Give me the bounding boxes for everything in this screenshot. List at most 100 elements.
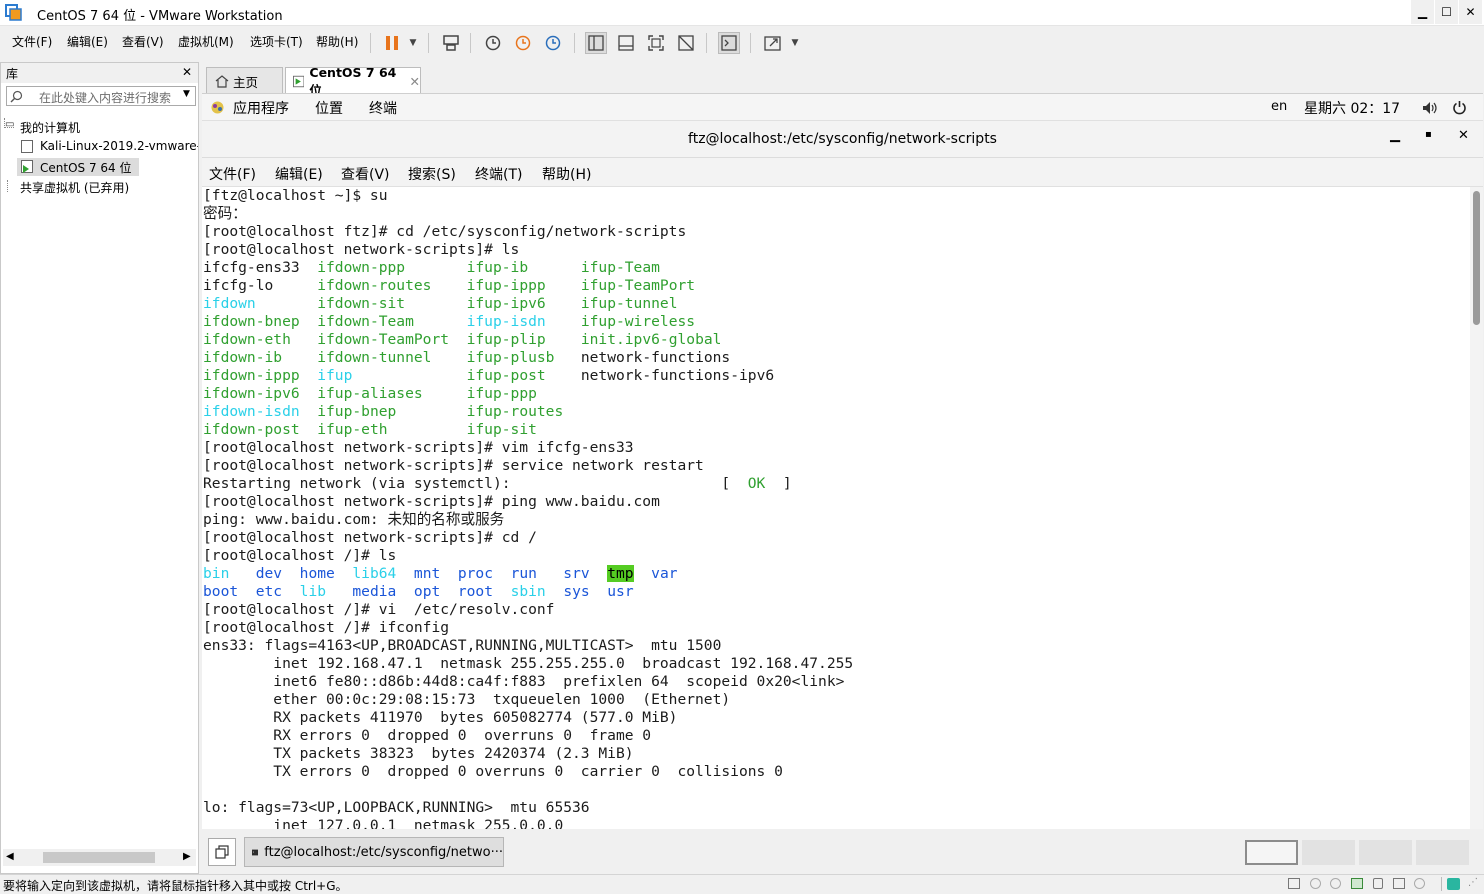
pause-dropdown-icon[interactable]: ▼ (402, 32, 424, 54)
tree-item-kali[interactable]: Kali-Linux-2019.2-vmware-a (40, 139, 198, 153)
snapshot-icon[interactable] (482, 32, 504, 54)
send-ctrl-alt-del-icon[interactable] (440, 32, 462, 54)
terminal-text: ifdown-ppp (317, 259, 467, 276)
pause-icon[interactable] (381, 32, 403, 54)
show-library-icon[interactable] (585, 32, 607, 54)
toolbar-separator (750, 33, 751, 53)
cd-dvd-icon[interactable] (1310, 878, 1321, 889)
full-screen-icon[interactable] (645, 32, 667, 54)
tab-close-icon[interactable]: ✕ (410, 74, 420, 89)
terminal-text: [root@localhost network-scripts]# servic… (203, 457, 704, 474)
workspace-4[interactable] (1416, 840, 1469, 865)
gnome-applications-menu[interactable]: 应用程序 (233, 98, 289, 118)
scrollbar-thumb[interactable] (1473, 191, 1480, 325)
terminal-line: TX errors 0 dropped 0 overruns 0 carrier… (203, 763, 1470, 781)
terminal-menu-terminal[interactable]: 终端(T) (475, 164, 522, 184)
terminal-text: TX packets 38323 bytes 2420374 (2.3 MiB) (203, 745, 634, 762)
volume-icon[interactable] (1422, 101, 1437, 115)
terminal-menu-edit[interactable]: 编辑(E) (275, 164, 323, 184)
workspace-2[interactable] (1302, 840, 1355, 865)
terminal-text: ifup-eth (317, 421, 467, 438)
snapshot-manager-icon[interactable] (542, 32, 564, 54)
tab-centos[interactable]: CentOS 7 64 位 ✕ (285, 65, 421, 98)
terminal-menu-file[interactable]: 文件(F) (209, 164, 256, 184)
library-search-input[interactable]: 在此处键入内容进行搜索 ▼ (6, 86, 196, 106)
terminal-line: inet 192.168.47.1 netmask 255.255.255.0 … (203, 655, 1470, 673)
console-view-icon[interactable] (718, 32, 740, 54)
stretch-guest-icon[interactable] (762, 32, 784, 54)
menu-file[interactable]: 文件(F) (12, 33, 52, 50)
cd-dvd-2-icon[interactable] (1330, 878, 1341, 889)
terminal-close-icon[interactable]: ✕ (1458, 128, 1469, 143)
network-adapter-icon[interactable] (1351, 878, 1363, 889)
menu-help[interactable]: 帮助(H) (316, 33, 358, 50)
terminal-text: ifup-tunnel (580, 295, 678, 312)
thumbnail-bar-icon[interactable] (615, 32, 637, 54)
tab-home[interactable]: 主页 (206, 67, 283, 95)
usb-icon[interactable] (1373, 878, 1383, 889)
terminal-text: inet 127.0.0.1 netmask 255.0.0.0 (203, 817, 564, 829)
scroll-left-icon[interactable]: ◀ (6, 851, 14, 862)
show-desktop-icon[interactable] (208, 838, 236, 866)
hard-disk-icon[interactable] (1288, 878, 1300, 889)
home-icon (215, 75, 229, 88)
library-close-icon[interactable]: ✕ (182, 65, 192, 79)
gnome-apps-icon (211, 101, 224, 114)
terminal-text: [root@localhost /]# vi /etc/resolv.conf (203, 601, 555, 618)
terminal-text: ifdown-ipv6 (203, 385, 318, 402)
workspace-1[interactable] (1245, 840, 1298, 865)
terminal-text: lo: flags=73<UP,LOOPBACK,RUNNING> mtu 65… (203, 799, 590, 816)
menu-view[interactable]: 查看(V) (122, 33, 164, 50)
terminal-text: tmp (607, 565, 634, 582)
power-icon[interactable] (1452, 100, 1467, 115)
menu-tabs[interactable]: 选项卡(T) (250, 33, 303, 50)
terminal-text: ifdown-eth (203, 331, 318, 348)
stretch-dropdown-icon[interactable]: ▼ (784, 32, 806, 54)
terminal-text: TX errors 0 dropped 0 overruns 0 carrier… (203, 763, 783, 780)
revert-snapshot-icon[interactable] (512, 32, 534, 54)
search-dropdown-icon[interactable]: ▼ (183, 89, 190, 99)
terminal-text: lib (299, 583, 327, 600)
terminal-line: lo: flags=73<UP,LOOPBACK,RUNNING> mtu 65… (203, 799, 1470, 817)
terminal-minimize-icon[interactable]: ▁ (1390, 128, 1400, 143)
menu-edit[interactable]: 编辑(E) (67, 33, 108, 50)
terminal-text: ifup-post (466, 367, 581, 384)
terminal-menu-search[interactable]: 搜索(S) (408, 164, 456, 184)
gnome-places-menu[interactable]: 位置 (315, 98, 343, 118)
tree-item-centos[interactable]: CentOS 7 64 位 (40, 159, 131, 176)
terminal-line: inet 127.0.0.1 netmask 255.0.0.0 (203, 817, 1470, 829)
printer-icon[interactable] (1414, 878, 1425, 889)
scrollbar-thumb[interactable] (43, 852, 155, 863)
terminal-menu-view[interactable]: 查看(V) (341, 164, 390, 184)
tree-expand-icon[interactable]: ▭ (5, 119, 14, 130)
sound-card-icon[interactable] (1393, 878, 1405, 889)
toolbar-separator (706, 33, 707, 53)
workspace-3[interactable] (1359, 840, 1412, 865)
terminal-line: ping: www.baidu.com: 未知的名称或服务 (203, 511, 1470, 529)
gnome-input-language[interactable]: en (1271, 99, 1287, 114)
terminal-output[interactable]: [ftz@localhost ~]$ su 密码： [root@localhost … (202, 187, 1470, 829)
maximize-button[interactable]: ☐ (1435, 0, 1458, 24)
gnome-terminal-menu[interactable]: 终端 (369, 98, 397, 118)
terminal-vertical-scrollbar[interactable] (1470, 187, 1483, 829)
vmware-logo-icon (5, 4, 22, 21)
terminal-menu-help[interactable]: 帮助(H) (542, 164, 591, 184)
vm-display[interactable]: 应用程序 位置 终端 en 星期六 02：17 ftz@localhost:/e… (202, 93, 1483, 829)
unity-icon[interactable] (675, 32, 697, 54)
taskbar-terminal-window[interactable]: ftz@localhost:/etc/sysconfig/netwo··· (244, 837, 504, 867)
minimize-button[interactable]: ▁ (1411, 0, 1434, 24)
terminal-line: ifdown-ipv6 ifup-aliases ifup-ppp (203, 385, 1470, 403)
menu-vm[interactable]: 虚拟机(M) (178, 33, 234, 50)
terminal-maximize-icon[interactable]: ▪ (1425, 129, 1432, 140)
terminal-text: var (651, 565, 678, 582)
library-horizontal-scrollbar[interactable]: ◀ ▶ (3, 849, 196, 866)
tree-item-shared-vms[interactable]: 共享虚拟机 (已弃用) (20, 179, 129, 196)
message-log-icon[interactable] (1447, 878, 1460, 890)
scroll-right-icon[interactable]: ▶ (183, 851, 191, 862)
close-button[interactable]: ✕ (1459, 0, 1482, 24)
toolbar-separator (370, 33, 371, 53)
gnome-clock[interactable]: 星期六 02：17 (1304, 98, 1400, 118)
terminal-line: ether 00:0c:29:08:15:73 txqueuelen 1000 … (203, 691, 1470, 709)
tree-item-my-computer[interactable]: 我的计算机 (20, 119, 80, 136)
